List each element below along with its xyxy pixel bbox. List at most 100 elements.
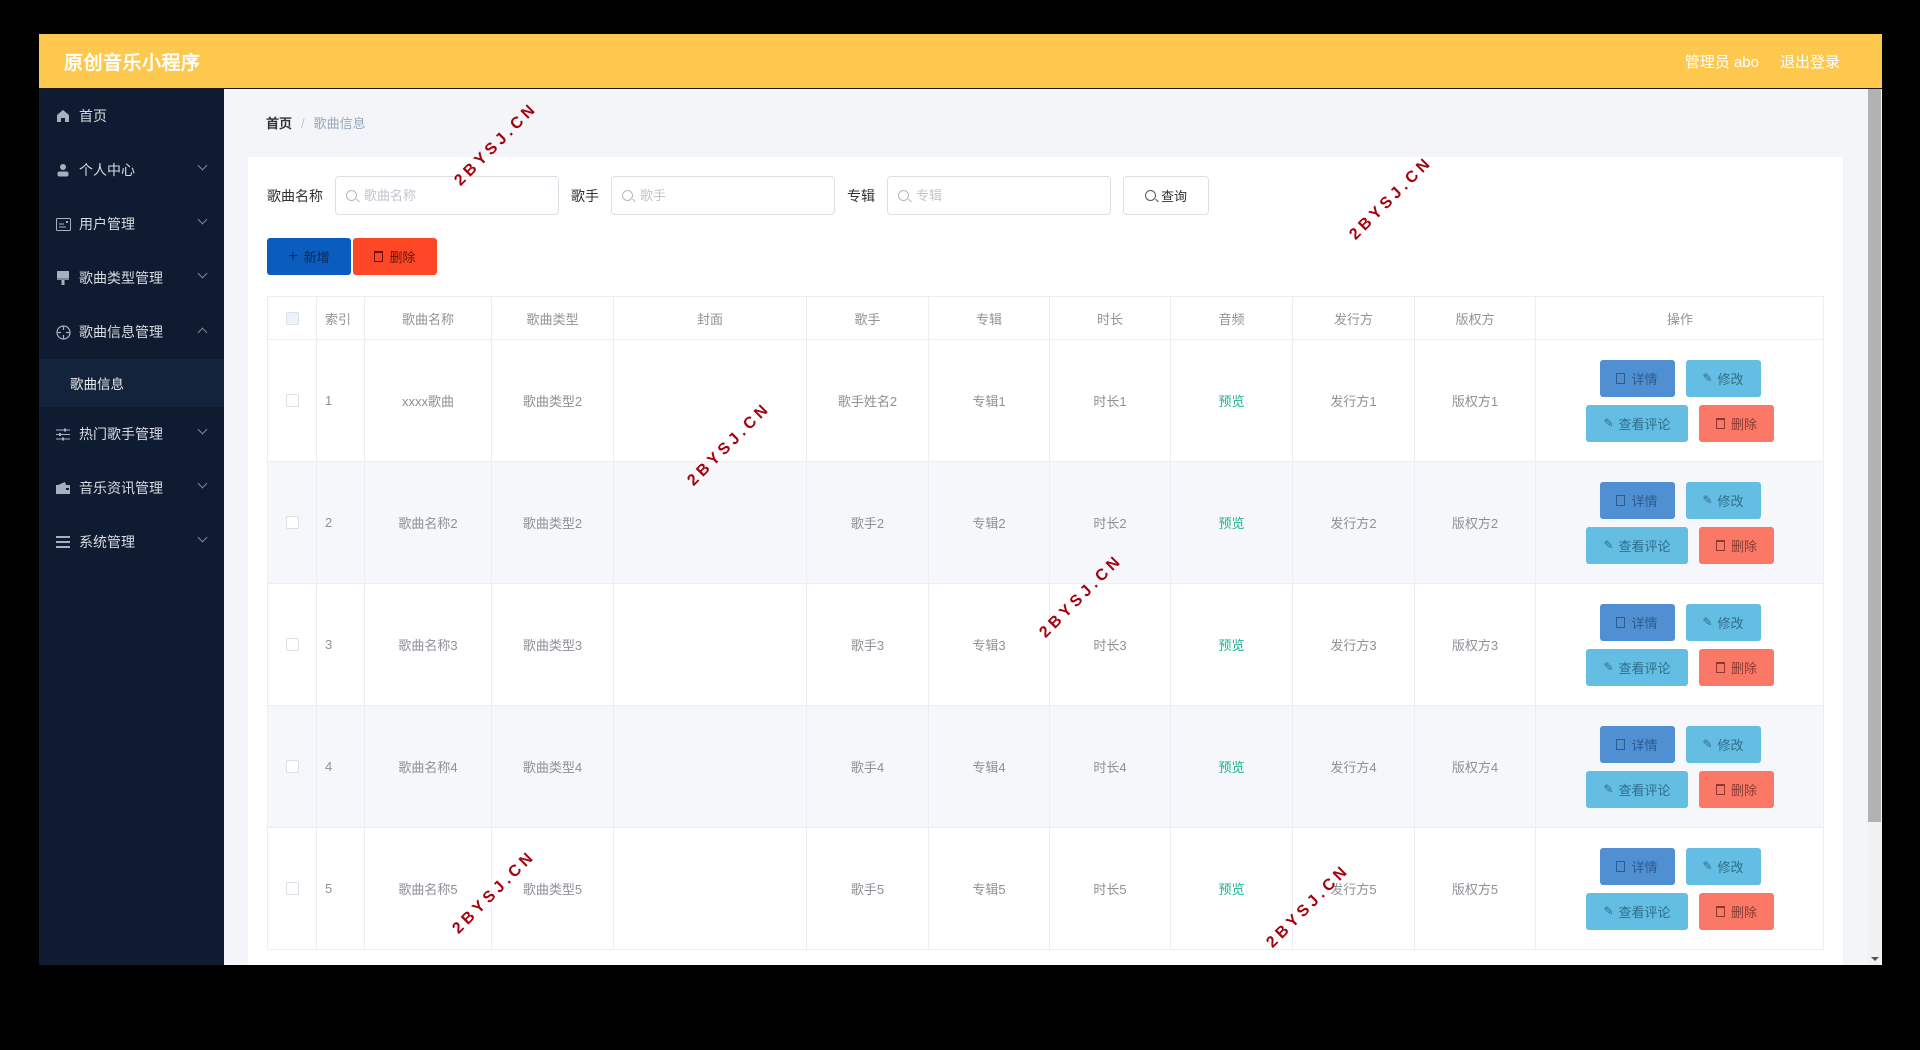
song-name-input[interactable] — [364, 188, 544, 203]
delete-button[interactable]: 删除 — [1699, 404, 1774, 442]
delete-button-label: 删除 — [1730, 416, 1757, 432]
audio-preview-link[interactable]: 预览 — [1218, 391, 1244, 410]
breadcrumb-home[interactable]: 首页 — [266, 116, 292, 131]
delete-button-label: 删除 — [1730, 660, 1757, 676]
cell-singer: 歌手4 — [807, 706, 929, 827]
table-body: 1 xxxx歌曲 歌曲类型2 歌手姓名2 专辑1 时长1 预览 发行方1 版权方1 详情 ✎ 修改 ✎ 查… — [268, 340, 1823, 950]
row-checkbox[interactable] — [285, 638, 299, 651]
table-header: 索引 歌曲名称 歌曲类型 封面 歌手 专辑 时长 音频 发行方 版权方 操作 — [268, 297, 1823, 340]
select-all-checkbox[interactable] — [285, 311, 299, 325]
cell-actions: 详情 ✎ 修改 ✎ 查看评论 删除 — [1536, 706, 1824, 827]
cell-album: 专辑4 — [929, 706, 1050, 827]
table-row[interactable]: 4 歌曲名称4 歌曲类型4 歌手4 专辑4 时长4 预览 发行方4 版权方4 详情 ✎ 修改 ✎ 查看评论… — [268, 706, 1823, 828]
view-comments-button[interactable]: ✎ 查看评论 — [1586, 404, 1688, 442]
row-actions-bottom: ✎ 查看评论 删除 — [1586, 404, 1774, 442]
cell-audio: 预览 — [1171, 340, 1293, 461]
detail-button[interactable]: 详情 — [1599, 481, 1675, 519]
cell-duration: 时长1 — [1050, 340, 1171, 461]
detail-button[interactable]: 详情 — [1599, 359, 1675, 397]
audio-preview-link[interactable]: 预览 — [1218, 513, 1244, 532]
view-comments-button[interactable]: ✎ 查看评论 — [1586, 770, 1688, 808]
edit-button-label: 修改 — [1717, 371, 1744, 387]
album-field[interactable] — [887, 176, 1111, 215]
cell-audio: 预览 — [1171, 828, 1293, 949]
sidebar-item-song-type-management[interactable]: 歌曲类型管理 — [39, 251, 224, 305]
row-actions-bottom: ✎ 查看评论 删除 — [1586, 526, 1774, 564]
content-card: 歌曲名称 歌手 专辑 查询 — [248, 157, 1843, 965]
cell-publisher: 发行方4 — [1293, 706, 1415, 827]
cell-copyright: 版权方5 — [1415, 828, 1536, 949]
table-row[interactable]: 1 xxxx歌曲 歌曲类型2 歌手姓名2 专辑1 时长1 预览 发行方1 版权方1 详情 ✎ 修改 ✎ 查… — [268, 340, 1823, 462]
cell-actions: 详情 ✎ 修改 ✎ 查看评论 删除 — [1536, 828, 1824, 949]
view-comments-button[interactable]: ✎ 查看评论 — [1586, 648, 1688, 686]
search-icon — [1144, 190, 1156, 201]
audio-preview-link[interactable]: 预览 — [1218, 635, 1244, 654]
edit-button[interactable]: ✎ 修改 — [1685, 359, 1761, 397]
sidebar-subitem-song-info[interactable]: 歌曲信息 — [39, 359, 224, 407]
edit-button[interactable]: ✎ 修改 — [1685, 603, 1761, 641]
sidebar-item-music-news-management[interactable]: 音乐资讯管理 — [39, 461, 224, 515]
sidebar-item-song-info-management[interactable]: 歌曲信息管理 — [39, 305, 224, 359]
sidebar-item-home[interactable]: 首页 — [39, 89, 224, 143]
detail-button[interactable]: 详情 — [1599, 725, 1675, 763]
scrollbar-thumb[interactable] — [1868, 89, 1881, 822]
edit-icon: ✎ — [1702, 371, 1713, 385]
audio-preview-link[interactable]: 预览 — [1218, 757, 1244, 776]
singer-input[interactable] — [640, 188, 820, 203]
edit-button-label: 修改 — [1717, 493, 1744, 509]
document-icon — [1616, 860, 1626, 872]
audio-preview-link[interactable]: 预览 — [1218, 879, 1244, 898]
table-row[interactable]: 5 歌曲名称5 歌曲类型5 歌手5 专辑5 时长5 预览 发行方5 版权方5 详情 ✎ 修改 ✎ 查看评论… — [268, 828, 1823, 950]
edit-button[interactable]: ✎ 修改 — [1685, 481, 1761, 519]
current-user: 管理员 abo — [1684, 54, 1759, 71]
row-checkbox[interactable] — [285, 760, 299, 773]
sidebar-item-user-management[interactable]: 用户管理 — [39, 197, 224, 251]
singer-field[interactable] — [611, 176, 835, 215]
cell-cover — [614, 706, 807, 827]
row-checkbox[interactable] — [285, 882, 299, 895]
edit-button[interactable]: ✎ 修改 — [1685, 725, 1761, 763]
query-button[interactable]: 查询 — [1123, 176, 1209, 215]
row-actions-top: 详情 ✎ 修改 — [1599, 847, 1761, 885]
edit-button[interactable]: ✎ 修改 — [1685, 847, 1761, 885]
batch-delete-button[interactable]: 删除 — [353, 238, 437, 275]
table-row[interactable]: 3 歌曲名称3 歌曲类型3 歌手3 专辑3 时长3 预览 发行方3 版权方3 详情 ✎ 修改 ✎ 查看评论… — [268, 584, 1823, 706]
view-comments-button[interactable]: ✎ 查看评论 — [1586, 526, 1688, 564]
page-scrollbar[interactable] — [1868, 89, 1881, 965]
trash-icon — [1715, 661, 1725, 673]
view-comments-button[interactable]: ✎ 查看评论 — [1586, 892, 1688, 930]
delete-button[interactable]: 删除 — [1699, 648, 1774, 686]
add-button[interactable]: + 新增 — [267, 238, 351, 275]
cell-singer: 歌手2 — [807, 462, 929, 583]
logout-link[interactable]: 退出登录 — [1780, 51, 1840, 72]
cell-song-name: 歌曲名称3 — [365, 584, 492, 705]
delete-button-label: 删除 — [1730, 538, 1757, 554]
scroll-down-arrow-icon[interactable] — [1871, 957, 1879, 961]
view-comments-button-label: 查看评论 — [1618, 660, 1671, 676]
table-row[interactable]: 2 歌曲名称2 歌曲类型2 歌手2 专辑2 时长2 预览 发行方2 版权方2 详情 ✎ 修改 ✎ 查看评论… — [268, 462, 1823, 584]
cell-album: 专辑5 — [929, 828, 1050, 949]
detail-button[interactable]: 详情 — [1599, 847, 1675, 885]
album-input[interactable] — [916, 188, 1096, 203]
sidebar-item-personal-center[interactable]: 个人中心 — [39, 143, 224, 197]
view-comments-button-label: 查看评论 — [1618, 904, 1671, 920]
row-checkbox[interactable] — [285, 516, 299, 529]
delete-button[interactable]: 删除 — [1699, 770, 1774, 808]
row-checkbox[interactable] — [285, 394, 299, 407]
sidebar-item-system-management[interactable]: 系统管理 — [39, 515, 224, 569]
menu-icon — [55, 534, 71, 550]
search-icon — [622, 190, 633, 201]
row-actions-bottom: ✎ 查看评论 删除 — [1586, 648, 1774, 686]
sidebar-item-label: 首页 — [79, 108, 107, 124]
album-label: 专辑 — [847, 187, 875, 204]
column-header-song-type: 歌曲类型 — [492, 297, 614, 339]
song-name-field[interactable] — [335, 176, 559, 215]
cell-audio: 预览 — [1171, 584, 1293, 705]
edit-icon: ✎ — [1702, 493, 1713, 507]
detail-button[interactable]: 详情 — [1599, 603, 1675, 641]
cell-song-type: 歌曲类型3 — [492, 584, 614, 705]
sidebar-item-hot-singer-management[interactable]: 热门歌手管理 — [39, 407, 224, 461]
delete-button[interactable]: 删除 — [1699, 892, 1774, 930]
row-actions: 详情 ✎ 修改 ✎ 查看评论 删除 — [1586, 481, 1774, 564]
delete-button[interactable]: 删除 — [1699, 526, 1774, 564]
